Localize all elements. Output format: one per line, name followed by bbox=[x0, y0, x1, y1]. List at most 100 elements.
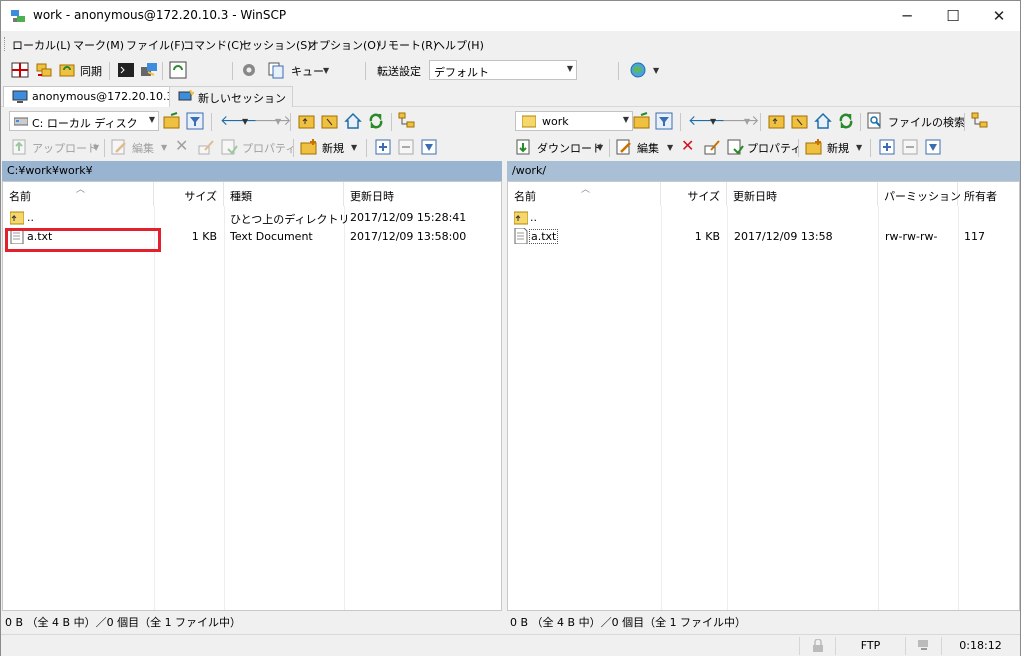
menu-local[interactable]: ローカル(L) bbox=[12, 37, 71, 53]
rename-icon[interactable] bbox=[703, 138, 721, 156]
select-files-icon[interactable] bbox=[374, 138, 392, 156]
globe-icon[interactable] bbox=[629, 61, 647, 79]
download-icon[interactable] bbox=[515, 138, 533, 156]
table-row[interactable]: a.txt 1 KB 2017/12/09 13:58 rw-rw-rw- 11… bbox=[508, 227, 1019, 246]
remote-dir-select[interactable]: work ▼ bbox=[515, 111, 633, 131]
menu-remote[interactable]: リモート(R) bbox=[377, 37, 437, 53]
col-header-size[interactable]: サイズ bbox=[661, 182, 727, 206]
terminal-icon[interactable] bbox=[117, 61, 135, 79]
back-icon[interactable]: 🡐 bbox=[688, 112, 726, 129]
upload-label[interactable]: アップロード bbox=[32, 140, 98, 156]
filter-select-icon[interactable] bbox=[420, 138, 438, 156]
properties-label[interactable]: プロパティ bbox=[747, 140, 801, 156]
gear-icon[interactable] bbox=[240, 61, 258, 79]
rename-icon[interactable] bbox=[197, 138, 215, 156]
maximize-button[interactable]: ☐ bbox=[930, 1, 976, 31]
edit-label[interactable]: 編集 bbox=[637, 140, 659, 156]
new-dropdown-icon[interactable]: ▼ bbox=[351, 143, 357, 152]
tree-view-icon[interactable] bbox=[971, 112, 989, 130]
filter-select-icon[interactable] bbox=[924, 138, 942, 156]
refresh-icon[interactable] bbox=[837, 112, 855, 130]
filter-icon[interactable] bbox=[655, 112, 673, 130]
col-header-owner[interactable]: 所有者 bbox=[958, 182, 1019, 206]
properties-label[interactable]: プロパティ bbox=[242, 140, 296, 156]
local-drive-select[interactable]: C: ローカル ディスク ▼ bbox=[9, 111, 159, 131]
root-dir-icon[interactable] bbox=[791, 112, 809, 130]
col-header-size[interactable]: サイズ bbox=[154, 182, 224, 206]
forward-dropdown-icon[interactable]: ▼ bbox=[275, 117, 281, 126]
sync-dirs-icon[interactable] bbox=[35, 61, 53, 79]
sync-label[interactable]: 同期 bbox=[80, 63, 102, 79]
menu-mark[interactable]: マーク(M) bbox=[73, 37, 124, 53]
home-icon[interactable] bbox=[814, 112, 832, 130]
close-button[interactable]: ✕ bbox=[976, 1, 1021, 31]
forward-icon[interactable]: 🡒 bbox=[254, 112, 292, 129]
col-header-permissions[interactable]: パーミッション bbox=[878, 182, 961, 206]
upload-dropdown-icon[interactable]: ▼ bbox=[93, 143, 99, 152]
tree-view-icon[interactable] bbox=[398, 112, 416, 130]
table-row[interactable]: .. ひとつ上のディレクトリ 2017/12/09 15:28:41 bbox=[3, 208, 501, 227]
new-dropdown-icon[interactable]: ▼ bbox=[856, 143, 862, 152]
filter-icon[interactable] bbox=[186, 112, 204, 130]
new-label[interactable]: 新規 bbox=[827, 140, 849, 156]
globe-dropdown-icon[interactable]: ▼ bbox=[653, 66, 659, 75]
home-icon[interactable] bbox=[344, 112, 362, 130]
synchronize-icon[interactable] bbox=[58, 61, 76, 79]
find-files-label[interactable]: ファイルの検索 bbox=[888, 114, 965, 130]
menu-options[interactable]: オプション(O) bbox=[308, 37, 380, 53]
properties-icon[interactable] bbox=[726, 138, 744, 156]
upload-icon[interactable] bbox=[11, 138, 29, 156]
edit-icon[interactable] bbox=[110, 138, 128, 156]
forward-dropdown-icon[interactable]: ▼ bbox=[744, 117, 750, 126]
find-files-icon[interactable] bbox=[866, 112, 884, 130]
unselect-files-icon[interactable] bbox=[901, 138, 919, 156]
col-header-name[interactable]: 名前 bbox=[508, 182, 661, 206]
col-header-modified[interactable]: 更新日時 bbox=[344, 182, 501, 206]
col-header-modified[interactable]: 更新日時 bbox=[727, 182, 878, 206]
refresh-icon[interactable] bbox=[367, 112, 385, 130]
table-row[interactable]: .. bbox=[508, 208, 1019, 227]
parent-dir-icon[interactable] bbox=[298, 112, 316, 130]
putty-icon[interactable] bbox=[140, 61, 158, 79]
refresh-session-icon[interactable] bbox=[169, 61, 187, 79]
back-dropdown-icon[interactable]: ▼ bbox=[710, 117, 716, 126]
edit-dropdown-icon[interactable]: ▼ bbox=[667, 143, 673, 152]
minimize-button[interactable]: ─ bbox=[884, 1, 930, 31]
tab-session[interactable]: anonymous@172.20.10.3 bbox=[3, 86, 181, 107]
open-folder-icon[interactable] bbox=[163, 112, 181, 130]
menu-help[interactable]: ヘルプ(H) bbox=[434, 37, 484, 53]
menu-file[interactable]: ファイル(F) bbox=[126, 37, 185, 53]
back-dropdown-icon[interactable]: ▼ bbox=[242, 117, 248, 126]
delete-icon[interactable]: ✕ bbox=[175, 136, 188, 155]
menu-command[interactable]: コマンド(C) bbox=[183, 37, 243, 53]
back-icon[interactable]: 🡐 bbox=[220, 112, 258, 129]
select-files-icon[interactable] bbox=[878, 138, 896, 156]
properties-icon[interactable] bbox=[220, 138, 238, 156]
compare-dirs-icon[interactable] bbox=[11, 61, 29, 79]
edit-icon[interactable] bbox=[615, 138, 633, 156]
new-label[interactable]: 新規 bbox=[322, 140, 344, 156]
transfer-settings-select[interactable]: デフォルト ▼ bbox=[429, 60, 577, 80]
remote-file-panel[interactable]: ︿ 名前 サイズ 更新日時 パーミッション 所有者 .. a.txt 1 KB … bbox=[507, 181, 1020, 611]
download-label[interactable]: ダウンロード bbox=[537, 140, 603, 156]
new-item-icon[interactable] bbox=[300, 138, 318, 156]
open-folder-icon[interactable] bbox=[633, 112, 651, 130]
menu-session[interactable]: セッション(S) bbox=[241, 37, 312, 53]
root-dir-icon[interactable] bbox=[321, 112, 339, 130]
edit-label[interactable]: 編集 bbox=[132, 140, 154, 156]
forward-icon[interactable]: 🡒 bbox=[722, 112, 760, 129]
queue-dropdown-icon[interactable]: ▼ bbox=[323, 66, 329, 75]
new-item-icon[interactable] bbox=[805, 138, 823, 156]
transfer-settings-value: デフォルト bbox=[434, 66, 489, 79]
tab-new-session[interactable]: 新しいセッション bbox=[169, 86, 293, 107]
delete-icon[interactable]: ✕ bbox=[681, 136, 694, 155]
col-header-name[interactable]: 名前 bbox=[3, 182, 154, 206]
col-header-type[interactable]: 種類 bbox=[224, 182, 344, 206]
unselect-files-icon[interactable] bbox=[397, 138, 415, 156]
edit-dropdown-icon[interactable]: ▼ bbox=[161, 143, 167, 152]
panel-splitter[interactable] bbox=[502, 161, 506, 611]
parent-dir-icon[interactable] bbox=[768, 112, 786, 130]
queue-icon[interactable] bbox=[267, 61, 285, 79]
queue-label[interactable]: キュー bbox=[291, 63, 324, 79]
download-dropdown-icon[interactable]: ▼ bbox=[597, 143, 603, 152]
